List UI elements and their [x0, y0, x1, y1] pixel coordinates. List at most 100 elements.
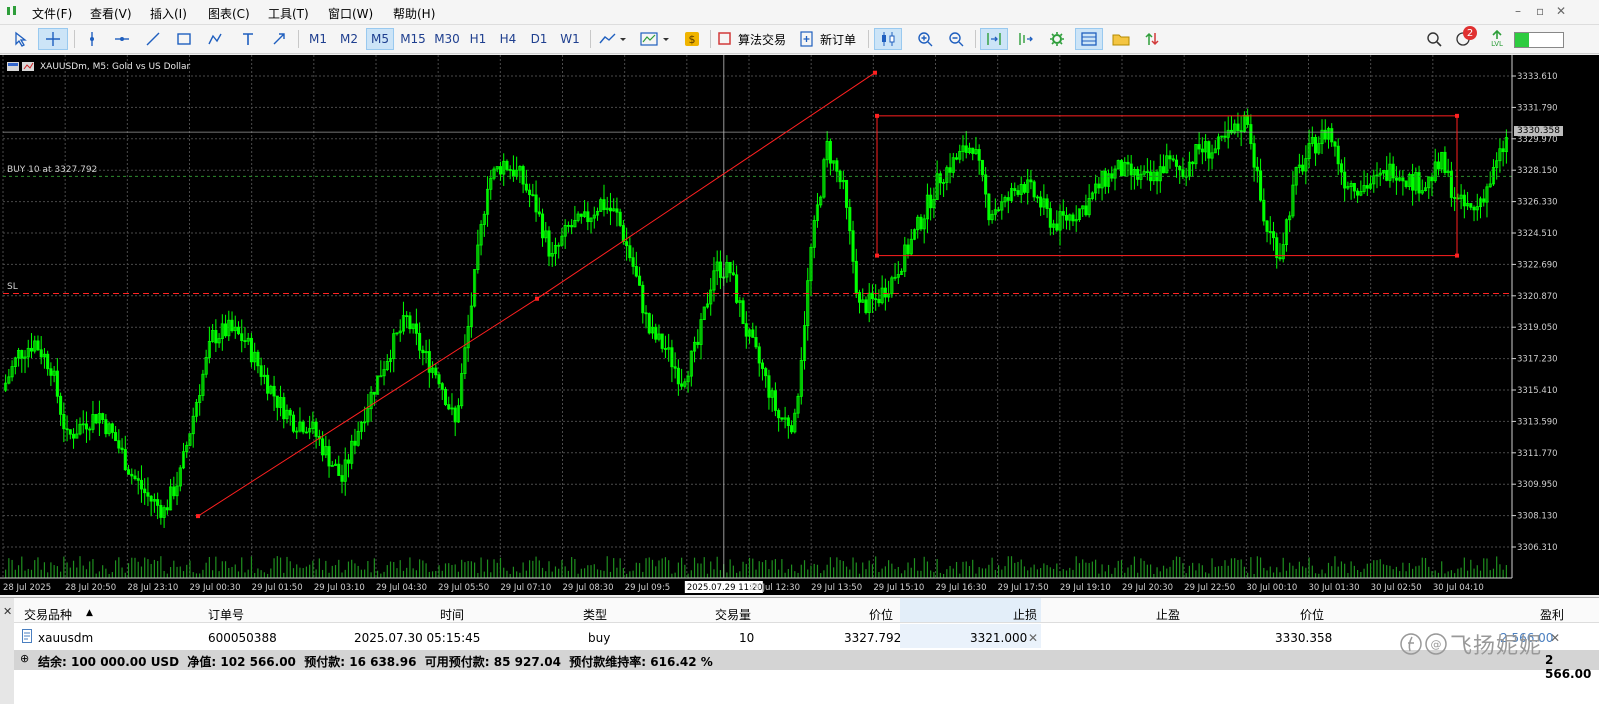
trendline-anchor [196, 514, 200, 519]
timeframe-m15[interactable]: M15 [397, 28, 429, 50]
sort-arrow-icon[interactable]: ▲ [86, 608, 93, 618]
candle-body [1249, 124, 1253, 145]
candlestick-mode-button[interactable] [874, 28, 902, 50]
candle-body [143, 488, 147, 494]
market-button[interactable]: $ [681, 28, 703, 50]
price-tick-label: 3333.610 [1517, 72, 1558, 82]
summary-expand-icon[interactable]: ⊕ [20, 652, 29, 665]
candle-body [146, 492, 150, 497]
rectangle-anchor [875, 113, 879, 118]
open-folder-button[interactable] [1108, 28, 1134, 50]
chart-window[interactable]: 3333.610 3331.790 3329.970 3328.150 3326.330… [0, 55, 1599, 595]
candle-body [1278, 257, 1282, 260]
menu-view[interactable]: 查看(V) [90, 5, 132, 22]
shapes-button[interactable] [203, 28, 227, 50]
header-order[interactable]: 订单号 [208, 606, 244, 623]
vertical-line-button[interactable] [80, 28, 104, 50]
rectangle-button[interactable] [172, 28, 196, 50]
header-price[interactable]: 价位 [869, 606, 893, 623]
price-chart[interactable]: 3333.610 3331.790 3329.970 3328.150 3326.330… [0, 55, 1599, 595]
menu-insert[interactable]: 插入(I) [150, 5, 187, 22]
close-icon[interactable]: ✕ [1556, 4, 1566, 18]
algo-trading-button[interactable]: 算法交易 [718, 28, 790, 50]
chart-title: XAUUSDm, M5: Gold vs US Dollar [40, 61, 191, 72]
chart-shift-button[interactable] [1012, 28, 1038, 50]
price-tick-label: 3322.690 [1517, 260, 1558, 270]
time-tick-label: 29 Jul 15:10 [873, 583, 924, 593]
remove-sl-icon[interactable]: ✕ [1028, 631, 1038, 645]
candle-body [453, 407, 457, 423]
new-order-button[interactable]: 新订单 [800, 28, 862, 50]
candle-body [1129, 163, 1133, 176]
timeframe-d1[interactable]: D1 [526, 28, 552, 50]
header-current-price[interactable]: 价位 [1300, 606, 1324, 623]
timeframe-w1[interactable]: W1 [556, 28, 584, 50]
timeframe-m5[interactable]: M5 [366, 28, 394, 50]
candle-body [101, 413, 105, 421]
candle-body [126, 469, 131, 475]
candle-body [977, 149, 981, 161]
templates-button[interactable] [1075, 28, 1103, 50]
cell-current-price[interactable]: 3330.358 [1275, 631, 1332, 645]
close-order-icon[interactable]: ✕ [1550, 631, 1560, 645]
text-tool-button[interactable] [236, 28, 260, 50]
cell-order[interactable]: 600050388 [208, 631, 277, 645]
zoom-in-button[interactable] [912, 28, 938, 50]
candle-body [1482, 198, 1486, 203]
candle-body [948, 167, 952, 173]
notifications-button[interactable]: 2 [1452, 26, 1477, 50]
candle-body [864, 299, 868, 313]
candle-body [1501, 148, 1505, 153]
header-time[interactable]: 时间 [440, 606, 464, 623]
crosshair-tool-button[interactable] [38, 28, 68, 50]
cell-volume[interactable]: 10 [739, 631, 754, 645]
indicators-dropdown[interactable] [638, 28, 674, 50]
new-order-icon [800, 31, 813, 47]
timeframe-m2[interactable]: M2 [335, 28, 363, 50]
time-tick-label: 29 Jul 12:30 [749, 583, 800, 593]
gear-icon [1050, 32, 1064, 46]
trendline-button[interactable] [141, 28, 165, 50]
timeframe-m30[interactable]: M30 [431, 28, 463, 50]
candle-body [728, 261, 732, 274]
timeframe-h1[interactable]: H1 [465, 28, 491, 50]
cursor-tool-button[interactable] [8, 28, 34, 50]
cell-price[interactable]: 3327.792 [844, 631, 901, 645]
chart-type-dropdown[interactable] [596, 28, 630, 50]
arrow-tool-button[interactable] [267, 28, 291, 50]
header-tp[interactable]: 止盈 [1156, 606, 1180, 623]
menu-tools[interactable]: 工具(T) [268, 5, 309, 22]
menu-help[interactable]: 帮助(H) [393, 5, 435, 22]
header-profit[interactable]: 盈利 [1540, 606, 1564, 623]
header-type[interactable]: 类型 [583, 606, 607, 623]
indicators-settings-button[interactable] [1044, 28, 1070, 50]
timeframe-m1[interactable]: M1 [304, 28, 332, 50]
menu-window[interactable]: 窗口(W) [328, 5, 373, 22]
candle-body [644, 312, 648, 315]
svg-text:@: @ [1431, 638, 1442, 651]
candle-body [346, 459, 350, 464]
range-rectangle [876, 115, 1458, 257]
minimize-icon[interactable]: – [1515, 4, 1521, 18]
close-panel-icon[interactable]: ✕ [3, 605, 12, 618]
header-volume[interactable]: 交易量 [715, 606, 751, 623]
header-symbol[interactable]: 交易品种 [24, 606, 72, 623]
cell-type[interactable]: buy [588, 631, 610, 645]
menu-file[interactable]: 文件(F) [32, 5, 72, 22]
cell-time[interactable]: 2025.07.30 05:15:45 [354, 631, 480, 645]
header-sl[interactable]: 止损 [1013, 606, 1037, 623]
zoom-out-button[interactable] [943, 28, 969, 50]
cell-symbol[interactable]: xauusdm [38, 631, 93, 645]
horizontal-line-button[interactable] [110, 28, 134, 50]
timeframe-h4[interactable]: H4 [495, 28, 521, 50]
signals-button[interactable] [1140, 28, 1164, 50]
candle-body [434, 367, 438, 376]
vertical-line-icon [90, 32, 94, 46]
cell-sl[interactable]: 3321.000 [970, 631, 1027, 645]
level-button[interactable]: LVL [1486, 28, 1508, 50]
restore-icon[interactable]: ▫ [1536, 4, 1544, 18]
candle-body [1391, 163, 1395, 179]
autoscroll-button[interactable] [980, 28, 1008, 50]
menu-charts[interactable]: 图表(C) [208, 5, 250, 22]
search-button[interactable] [1423, 28, 1445, 50]
